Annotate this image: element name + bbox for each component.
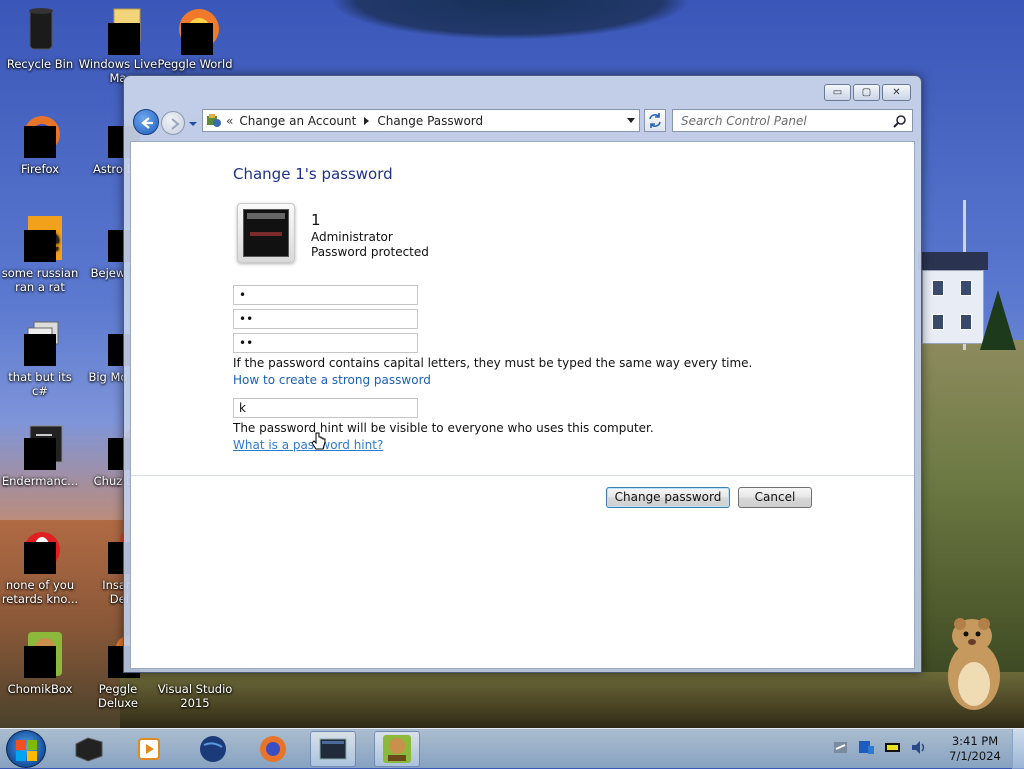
chevron-down-icon [189,122,197,126]
firefox-icon [16,110,64,158]
forward-button[interactable] [161,111,185,135]
network-icon[interactable] [858,739,875,756]
wallpaper-house [918,252,988,344]
cancel-button[interactable]: Cancel [738,487,812,508]
peggle-icon [171,5,219,55]
divider [131,475,914,476]
content-pane: Change 1's password 1 Administrator Pass… [130,141,915,669]
hand-cursor-icon [311,432,326,450]
taskbar: 3:41 PM 7/1/2024 [0,728,1024,769]
control-panel-icon [206,113,222,129]
show-desktop-button[interactable] [1012,729,1024,769]
avatar [237,203,295,263]
breadcrumb-arrow-icon[interactable] [364,116,370,125]
breadcrumb-change-account[interactable]: Change an Account [239,114,356,128]
account-role: Administrator [311,230,393,244]
close-button[interactable]: ✕ [882,84,911,101]
clock[interactable]: 3:41 PM 7/1/2024 [940,734,1010,764]
desktop-icon-recycle-bin[interactable]: Recycle Bin [0,5,80,71]
action-center-icon[interactable] [832,739,849,756]
search-icon[interactable] [893,114,907,128]
recycle-bin-icon [16,5,64,53]
battery-icon[interactable] [884,739,901,756]
address-dropdown-icon[interactable] [627,118,635,123]
opera-icon [16,526,64,574]
minimize-button[interactable]: ▭ [824,84,851,101]
search-box[interactable] [672,109,913,132]
terminal-icon [16,422,64,470]
wallpaper-glow [330,0,690,40]
minimize-icon: ▭ [832,86,843,98]
chomikbox-icon [383,735,411,763]
password-hint-link[interactable]: What is a password hint? [233,438,383,452]
page-title: Change 1's password [233,165,393,183]
globe-icon [200,736,226,762]
window-stack-icon [16,318,64,366]
hamster-mascot-icon [948,618,1000,710]
close-icon: ✕ [892,86,901,98]
app-icon: e [16,214,64,262]
new-password-field[interactable] [233,309,418,329]
recent-pages-dropdown[interactable] [188,118,198,128]
address-bar[interactable]: « Change an Account Change Password [202,109,640,132]
control-panel-window-icon [319,738,347,760]
desktop-icon-peggle-world[interactable]: Peggle World [155,5,235,71]
search-input[interactable] [679,111,889,131]
system-tray [832,739,927,756]
media-box-icon [75,737,103,762]
password-hint-field[interactable] [233,398,418,418]
taskbar-app-firefox[interactable] [250,731,296,767]
account-name: 1 [311,211,321,229]
firefox-icon [260,736,286,762]
media-player-icon [138,738,160,760]
windows-live-icon [94,5,142,55]
current-password-field[interactable] [233,285,418,305]
navigation-bar: « Change an Account Change Password [132,108,913,135]
wallpaper-grass [120,672,1024,730]
taskbar-app-globe[interactable] [190,731,236,767]
desktop-icon-windows-live[interactable]: Windows Live Ma [78,5,158,85]
breadcrumb-overflow[interactable]: « [226,114,233,128]
window-controls: ▭ ▢ ✕ [824,84,911,101]
desktop-icon-endermanc[interactable]: Endermanc... [0,422,80,488]
desktop-icon-firefox[interactable]: Firefox [0,110,80,176]
account-status: Password protected [311,245,429,259]
change-password-button[interactable]: Change password [606,487,730,508]
breadcrumb-change-password[interactable]: Change Password [377,114,483,128]
clock-date: 7/1/2024 [949,749,1001,763]
refresh-button[interactable] [644,109,666,132]
clock-time: 3:41 PM [951,734,999,748]
desktop-icon-that-but[interactable]: that but its c# [0,318,80,398]
taskbar-app-chomikbox[interactable] [374,731,420,767]
maximize-button[interactable]: ▢ [853,84,880,101]
taskbar-app-media-player[interactable] [126,731,172,767]
taskbar-app-media[interactable] [66,731,112,767]
confirm-password-field[interactable] [233,333,418,353]
back-arrow-icon [141,117,153,129]
start-button[interactable] [6,730,46,768]
maximize-icon: ▢ [861,86,872,98]
wallpaper-tree [980,290,1016,350]
chomikbox-icon [16,630,64,678]
volume-icon[interactable] [910,739,927,756]
windows-logo-icon [16,740,37,761]
control-panel-window: ▭ ▢ ✕ « Change an Account Change Passwor… [123,75,922,673]
hint-note: The password hint will be visible to eve… [233,421,654,435]
desktop-icon-chomikbox[interactable]: ChomikBox [0,630,80,696]
desktop-icon-some-russian[interactable]: e some russian ran a rat [0,214,80,294]
forward-arrow-icon [171,118,180,130]
back-button[interactable] [133,109,159,135]
desktop-icon-none-of-you[interactable]: none of you retards kno... [0,526,80,606]
strong-password-link[interactable]: How to create a strong password [233,373,431,387]
refresh-icon [649,113,661,128]
taskbar-app-control-panel[interactable] [310,731,356,767]
caps-note: If the password contains capital letters… [233,356,753,370]
